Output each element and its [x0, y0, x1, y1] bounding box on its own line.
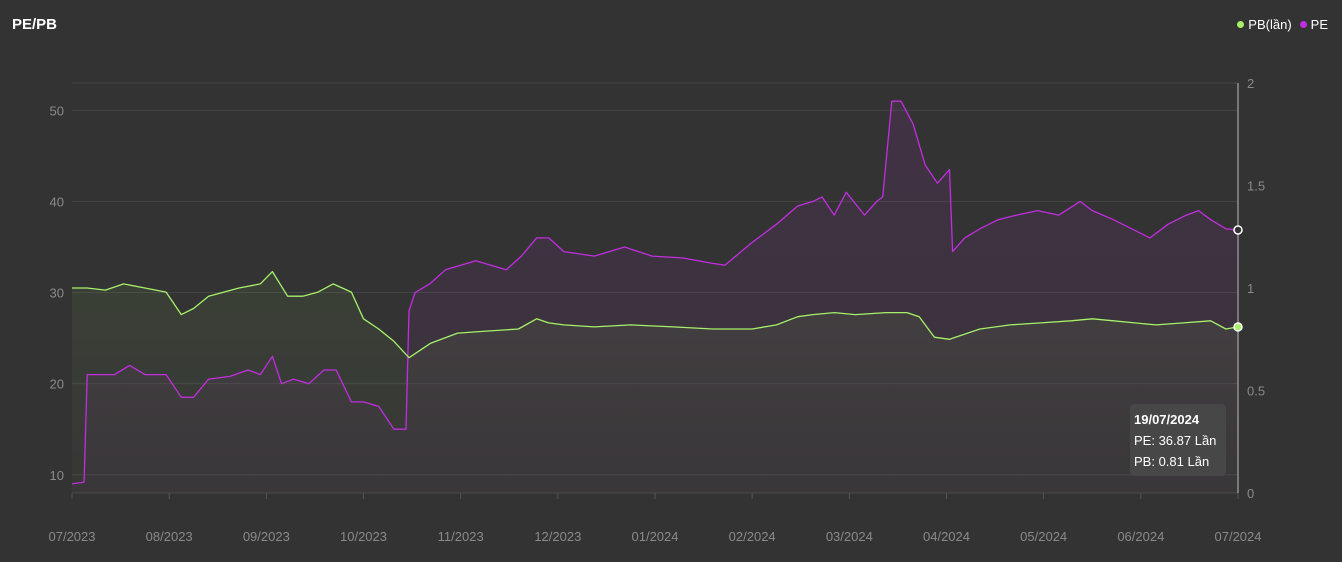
y-left-tick-label: 10: [50, 468, 64, 483]
y-left-tick-label: 40: [50, 194, 64, 209]
x-tick-label: 01/2024: [632, 529, 679, 544]
x-tick-label: 04/2024: [923, 529, 970, 544]
tooltip-pb: PB: 0.81 Lần: [1134, 454, 1210, 469]
tooltip: 19/07/2024 PE: 36.87 Lần PB: 0.81 Lần: [1130, 404, 1226, 476]
marker-pe: [1233, 225, 1243, 235]
x-tick-label: 07/2024: [1215, 529, 1262, 544]
tooltip-pe: PE: 36.87 Lần: [1134, 433, 1217, 448]
x-tick-label: 07/2023: [49, 529, 96, 544]
y-right-tick-label: 2: [1247, 76, 1254, 91]
chart-panel: PE/PB PB(lần) PE 10 20 30 40 50 0 0.5 1 1.5 2 07/2…: [0, 0, 1342, 562]
y-right-tick-label: 0: [1247, 486, 1254, 501]
y-right-tick-label: 0.5: [1247, 384, 1265, 399]
x-tick-label: 10/2023: [340, 529, 387, 544]
chart-plot[interactable]: 10 20 30 40 50 0 0.5 1 1.5 2 07/2023 08/2023 09/2023…: [0, 0, 1342, 562]
y-left-tick-label: 20: [50, 377, 64, 392]
x-tick-label: 06/2024: [1117, 529, 1164, 544]
x-tick-label: 11/2023: [438, 529, 484, 544]
x-tick-label: 05/2024: [1020, 529, 1067, 544]
y-right-tick-label: 1: [1247, 281, 1254, 296]
y-left-tick-label: 50: [50, 103, 64, 118]
x-tick-label: 02/2024: [729, 529, 776, 544]
y-left-tick-label: 30: [50, 286, 64, 301]
y-right-tick-label: 1.5: [1247, 179, 1265, 194]
x-tick-label: 09/2023: [243, 529, 290, 544]
x-tick-label: 12/2023: [534, 529, 581, 544]
x-tick-label: 03/2024: [826, 529, 873, 544]
marker-pb: [1233, 322, 1243, 332]
x-tick-label: 08/2023: [146, 529, 193, 544]
tooltip-date: 19/07/2024: [1134, 412, 1200, 427]
